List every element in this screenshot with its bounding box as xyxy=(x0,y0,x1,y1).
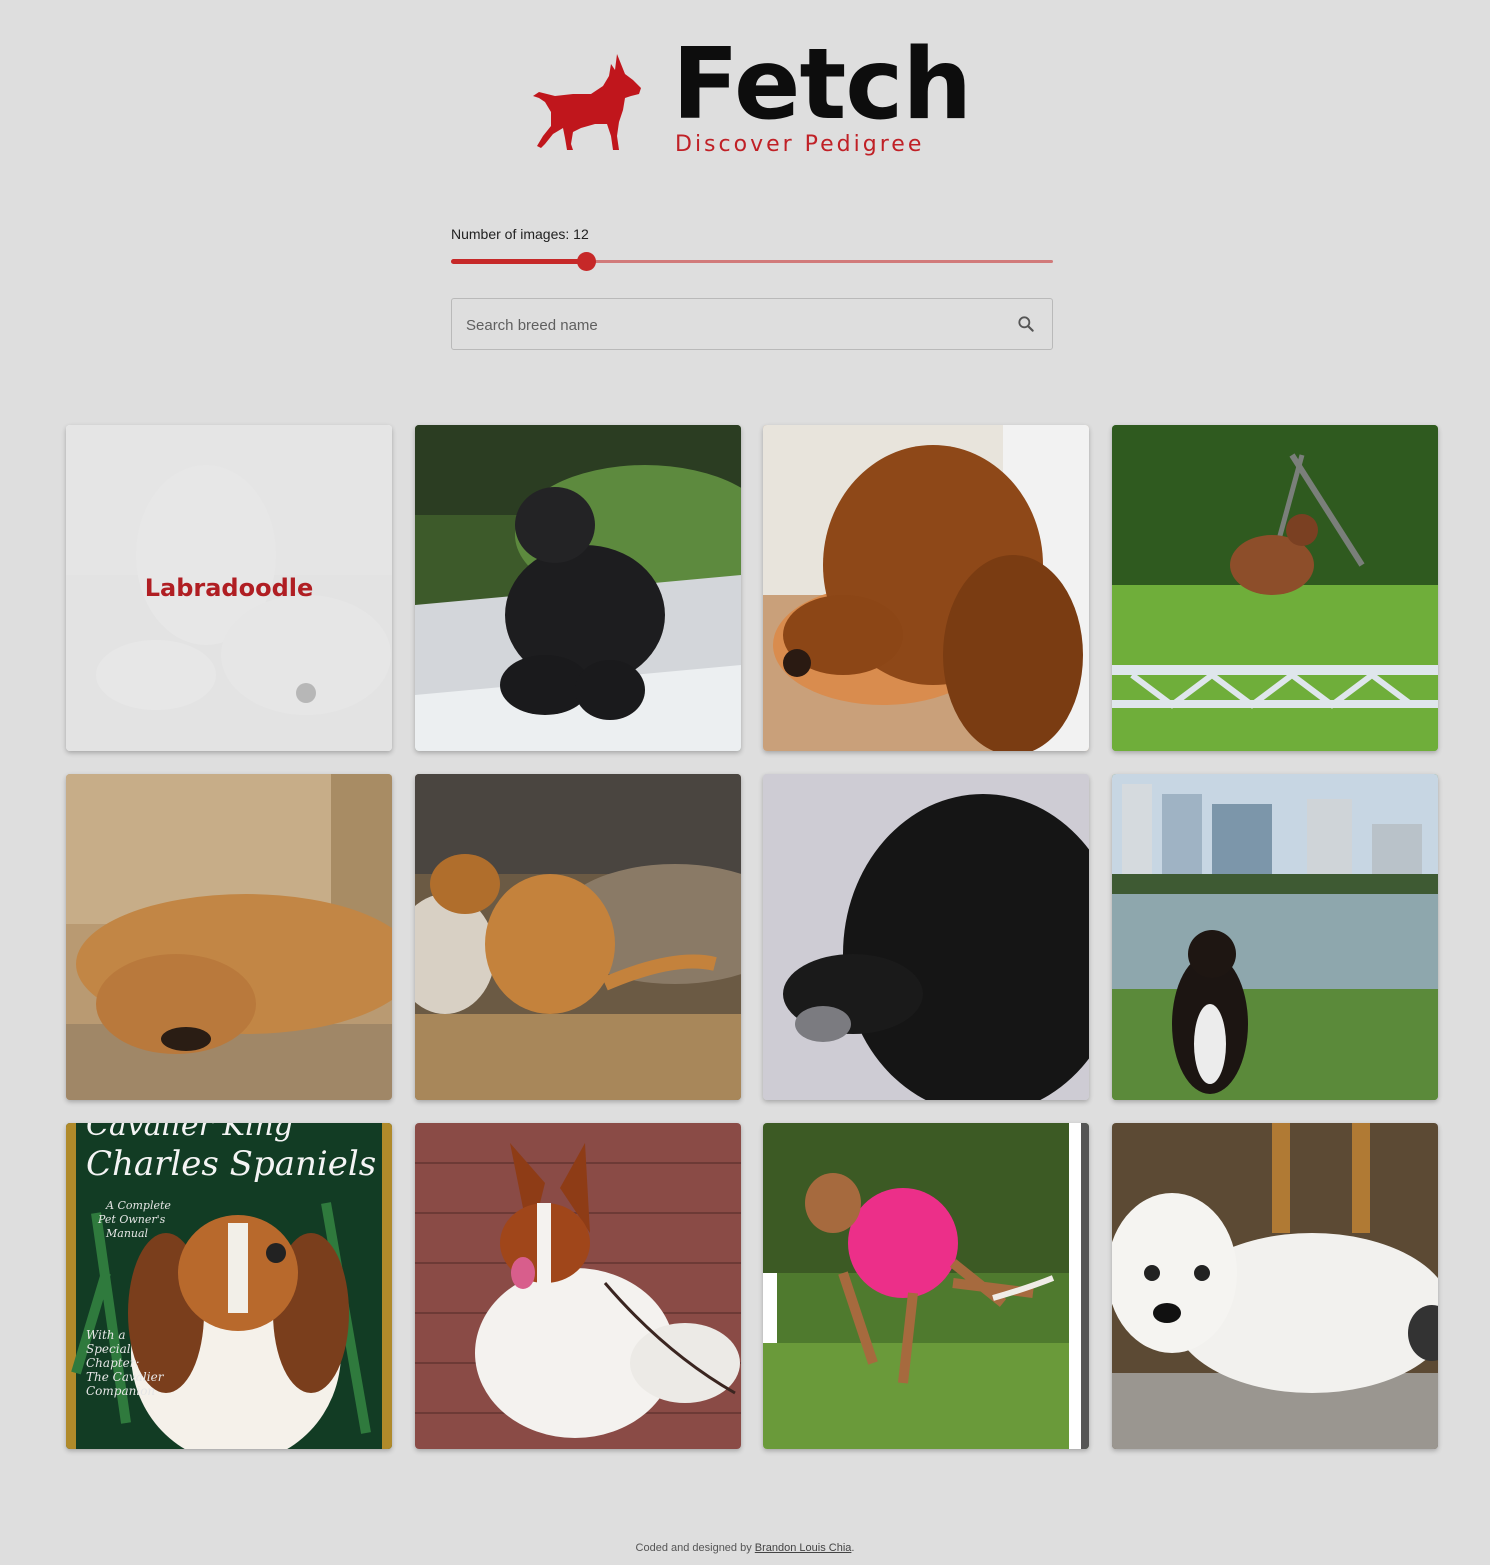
dog-photo xyxy=(1112,774,1438,1100)
app-subtitle: Discover Pedigree xyxy=(675,132,925,157)
dog-photo xyxy=(66,774,392,1100)
dog-photo xyxy=(1112,425,1438,751)
search-icon[interactable] xyxy=(1016,314,1036,334)
dog-photo xyxy=(415,1123,741,1449)
dog-image-card[interactable] xyxy=(763,774,1089,1100)
dog-image-card[interactable] xyxy=(66,774,392,1100)
dog-image-card[interactable]: Cavalier King Charles Spaniels A Complet… xyxy=(66,1123,392,1449)
footer-prefix: Coded and designed by xyxy=(635,1542,755,1554)
slider-thumb[interactable] xyxy=(577,252,597,271)
footer-suffix: . xyxy=(851,1542,855,1554)
dog-photo xyxy=(415,425,741,751)
book-chapter: Chapter: xyxy=(86,1356,139,1370)
book-tagline: Manual xyxy=(105,1227,149,1240)
footer: Coded and designed by Brandon Louis Chia… xyxy=(0,1542,1490,1554)
book-chapter: With a xyxy=(86,1328,125,1342)
search-input[interactable] xyxy=(464,299,1008,351)
dog-image-card[interactable] xyxy=(1112,1123,1438,1449)
book-title-main: Charles Spaniels xyxy=(86,1144,376,1184)
dog-photo: Cavalier King Charles Spaniels A Complet… xyxy=(66,1123,392,1449)
dog-image-card[interactable] xyxy=(415,1123,741,1449)
book-title-top: Cavalier King xyxy=(86,1123,293,1143)
slider-label: Number of images: 12 xyxy=(451,226,589,242)
search-box xyxy=(451,298,1053,351)
slider-track xyxy=(451,259,587,264)
dog-image-card[interactable] xyxy=(415,425,741,751)
book-chapter: The Cavalier xyxy=(86,1370,165,1384)
dog-image-card[interactable] xyxy=(763,1123,1089,1449)
book-chapter: Special xyxy=(86,1342,131,1356)
book-tagline: Pet Owner's xyxy=(97,1213,166,1226)
book-chapter: Companion xyxy=(86,1384,155,1398)
book-tagline: A Complete xyxy=(105,1199,171,1212)
dog-image-card[interactable] xyxy=(415,774,741,1100)
dog-image-card[interactable] xyxy=(763,425,1089,751)
dog-image-card[interactable] xyxy=(1112,774,1438,1100)
breed-label: Labradoodle xyxy=(144,574,314,602)
dog-photo xyxy=(763,774,1089,1100)
breed-overlay: Labradoodle xyxy=(66,425,392,751)
dog-image-card[interactable]: Labradoodle xyxy=(66,425,392,751)
dog-photo xyxy=(763,425,1089,751)
dog-photo xyxy=(415,774,741,1100)
bull-terrier-logo-icon xyxy=(533,54,641,150)
dog-photo xyxy=(763,1123,1089,1449)
author-link[interactable]: Brandon Louis Chia xyxy=(755,1542,852,1554)
dog-image-card[interactable] xyxy=(1112,425,1438,751)
dog-photo xyxy=(1112,1123,1438,1449)
header: Fetch Discover Pedigree xyxy=(0,0,1490,190)
app-title: Fetch xyxy=(672,28,972,142)
image-count-slider[interactable] xyxy=(451,252,1053,272)
